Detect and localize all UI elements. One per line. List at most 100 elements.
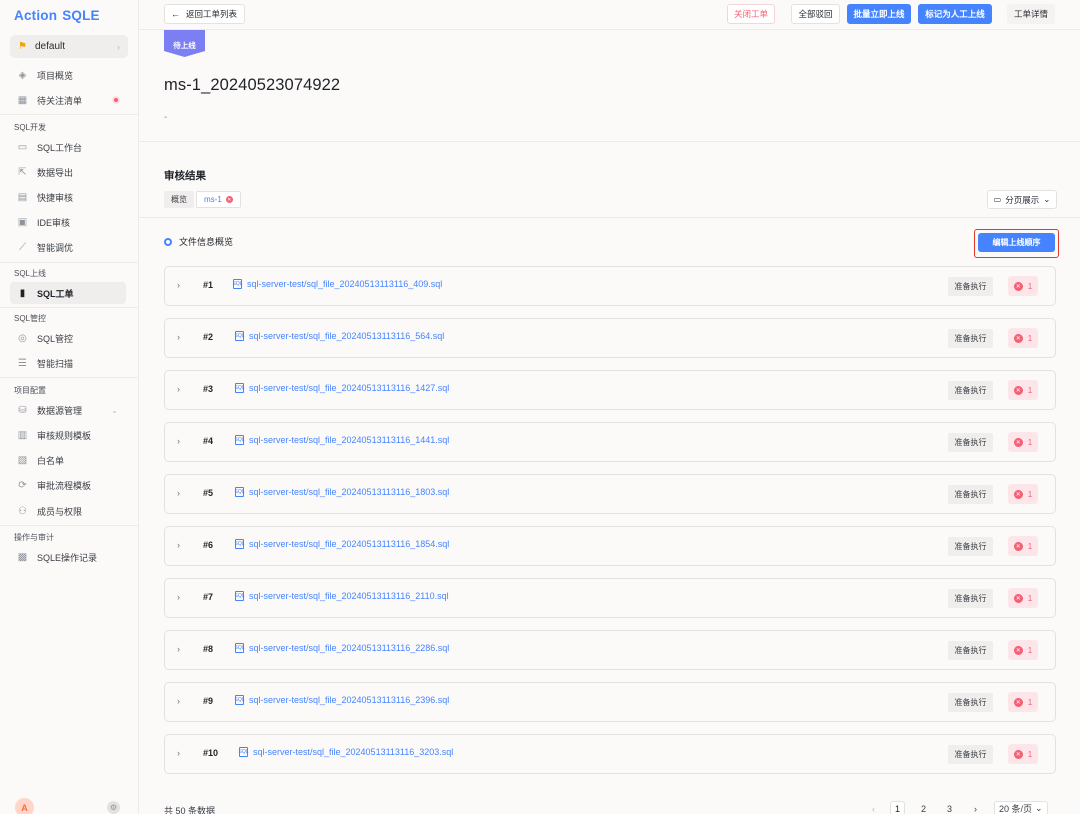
- users-icon: ⚇: [18, 505, 27, 517]
- chevron-right-icon[interactable]: ›: [177, 592, 180, 602]
- workorder-description: -: [164, 112, 168, 123]
- chart-line-icon: ⟋: [19, 241, 26, 253]
- status-badge: 准备执行: [948, 537, 993, 556]
- project-name: default: [35, 41, 66, 52]
- sidebar-item-quick-audit[interactable]: ▤ 快捷审核: [10, 186, 126, 208]
- divider: [0, 307, 138, 308]
- error-count-badge: ✕ 1: [1008, 380, 1038, 400]
- error-icon: ✕: [1013, 333, 1023, 343]
- workorder-detail-button[interactable]: 工单详情: [1007, 4, 1055, 24]
- sidebar-item-label: SQL管控: [37, 333, 74, 344]
- clipboard-icon: ▮: [19, 287, 26, 299]
- file-name-link[interactable]: SQL sql-server-test/sql_file_202405131131…: [235, 591, 449, 601]
- sidebar-item-tuning[interactable]: ⟋ 智能调优: [10, 236, 126, 258]
- file-row[interactable]: › #10 SQL sql-server-test/sql_file_20240513…: [164, 734, 1056, 774]
- prev-page-icon[interactable]: ‹: [866, 801, 881, 814]
- chevron-right-icon[interactable]: ›: [177, 540, 180, 550]
- divider: [0, 262, 138, 263]
- chevron-right-icon[interactable]: ›: [177, 280, 180, 290]
- sidebar-item-rule-template[interactable]: ▥ 审核规则模板: [10, 424, 126, 446]
- mark-manual-release-button[interactable]: 标记为人工上线: [918, 4, 992, 24]
- file-row[interactable]: › #6 SQL sql-server-test/sql_file_202405131…: [164, 526, 1056, 566]
- file-name-link[interactable]: SQL sql-server-test/sql_file_202405131131…: [235, 487, 449, 497]
- cycle-icon: ⟳: [18, 479, 27, 491]
- sidebar-item-label: 智能调优: [37, 242, 74, 253]
- file-name-link[interactable]: SQL sql-server-test/sql_file_202405131131…: [233, 279, 442, 289]
- error-count: 1: [1027, 489, 1033, 499]
- page-2[interactable]: 2: [916, 801, 931, 814]
- file-name-link[interactable]: SQL sql-server-test/sql_file_202405131131…: [235, 435, 449, 445]
- file-name-link[interactable]: SQL sql-server-test/sql_file_202405131131…: [235, 643, 449, 653]
- file-name-link[interactable]: SQL sql-server-test/sql_file_202405131131…: [235, 383, 449, 393]
- file-row[interactable]: › #5 SQL sql-server-test/sql_file_202405131…: [164, 474, 1056, 514]
- sidebar-item-todo[interactable]: ▦ 待关注清单: [10, 89, 126, 111]
- sidebar-item-flow-template[interactable]: ⟳ 审批流程模板: [10, 474, 126, 496]
- pagination-bar: 共 50 条数据 ‹ 1 2 3 › 20 条/页 ⌄: [139, 796, 1080, 814]
- sidebar-item-op-records[interactable]: ▩ SQLE操作记录: [10, 546, 126, 568]
- edit-release-order-button[interactable]: 编辑上线顺序: [978, 233, 1055, 252]
- tab-datasource[interactable]: ms-1 ✕: [196, 191, 241, 208]
- file-row[interactable]: › #7 SQL sql-server-test/sql_file_202405131…: [164, 578, 1056, 618]
- status-badge: 准备执行: [948, 693, 993, 712]
- reject-all-button[interactable]: 全部驳回: [791, 4, 840, 24]
- sidebar-item-whitelist[interactable]: ▧ 白名单: [10, 449, 126, 471]
- next-page-icon[interactable]: ›: [968, 801, 983, 814]
- sidebar-item-sql-control[interactable]: ◎ SQL管控: [10, 327, 126, 349]
- top-bar: ← 返回工单列表 关闭工单 全部驳回 批量立即上线 标记为人工上线 工单详情: [139, 0, 1080, 30]
- error-icon: ✕: [225, 196, 233, 203]
- settings-icon[interactable]: ⚙: [107, 801, 120, 814]
- sidebar-item-smart-scan[interactable]: ☰ 智能扫描: [10, 352, 126, 374]
- chevron-right-icon[interactable]: ›: [177, 384, 180, 394]
- file-name-label: sql-server-test/sql_file_20240513113116_…: [249, 695, 450, 705]
- chevron-right-icon[interactable]: ›: [177, 332, 180, 342]
- sidebar-item-label: 项目概览: [37, 70, 74, 81]
- error-count: 1: [1027, 437, 1033, 447]
- chevron-right-icon[interactable]: ›: [177, 748, 180, 758]
- error-count: 1: [1027, 541, 1033, 551]
- file-row[interactable]: › #3 SQL sql-server-test/sql_file_202405131…: [164, 370, 1056, 410]
- page-1[interactable]: 1: [890, 801, 905, 814]
- chevron-right-icon[interactable]: ›: [177, 644, 180, 654]
- file-row[interactable]: › #1 SQL sql-server-test/sql_file_202405131…: [164, 266, 1056, 306]
- chevron-right-icon[interactable]: ›: [177, 696, 180, 706]
- project-selector[interactable]: ⚑ default ›: [10, 35, 128, 58]
- sidebar-item-ide-audit[interactable]: ▣ IDE审核: [10, 211, 126, 233]
- close-workorder-button[interactable]: 关闭工单: [727, 4, 775, 24]
- sidebar-item-overview[interactable]: ◈ 项目概览: [10, 64, 126, 86]
- brand-logo[interactable]: Action SQLE: [0, 0, 138, 30]
- file-name-link[interactable]: SQL sql-server-test/sql_file_202405131131…: [239, 747, 453, 757]
- sidebar-item-label: SQL工单: [37, 288, 74, 299]
- chevron-down-icon: ⌄: [111, 405, 118, 415]
- error-count-badge: ✕ 1: [1008, 536, 1038, 556]
- sidebar-item-workbench[interactable]: ▭ SQL工作台: [10, 136, 126, 158]
- file-name-link[interactable]: SQL sql-server-test/sql_file_202405131131…: [235, 331, 444, 341]
- file-name-label: sql-server-test/sql_file_20240513113116_…: [249, 591, 449, 601]
- file-name-label: sql-server-test/sql_file_20240513113116_…: [253, 747, 454, 757]
- sql-file-icon: SQL: [234, 695, 245, 705]
- chevron-right-icon[interactable]: ›: [177, 488, 180, 498]
- page-size-select[interactable]: 20 条/页 ⌄: [994, 801, 1048, 814]
- error-icon: ✕: [1013, 281, 1023, 291]
- sidebar-item-label: 快捷审核: [37, 192, 74, 203]
- paging-toggle[interactable]: ▭ 分页展示 ⌄: [987, 190, 1057, 209]
- sidebar-item-workorder[interactable]: ▮ SQL工单: [10, 282, 126, 304]
- file-name-link[interactable]: SQL sql-server-test/sql_file_202405131131…: [235, 695, 449, 705]
- file-row[interactable]: › #2 SQL sql-server-test/sql_file_202405131…: [164, 318, 1056, 358]
- file-row[interactable]: › #9 SQL sql-server-test/sql_file_202405131…: [164, 682, 1056, 722]
- sidebar-item-datasource[interactable]: ⛁ 数据源管理 ⌄: [10, 399, 126, 421]
- avatar[interactable]: A: [15, 798, 34, 814]
- file-row[interactable]: › #4 SQL sql-server-test/sql_file_202405131…: [164, 422, 1056, 462]
- error-icon: ✕: [1013, 385, 1023, 395]
- brand-part2: SQLE: [62, 7, 100, 23]
- page-3[interactable]: 3: [942, 801, 957, 814]
- sidebar-item-members[interactable]: ⚇ 成员与权限: [10, 500, 126, 522]
- sidebar-item-export[interactable]: ⇱ 数据导出: [10, 161, 126, 183]
- chevron-right-icon[interactable]: ›: [177, 436, 180, 446]
- tab-overview[interactable]: 概览: [164, 191, 194, 208]
- file-info-title: 文件信息概览: [164, 235, 233, 248]
- file-row[interactable]: › #8 SQL sql-server-test/sql_file_202405131…: [164, 630, 1056, 670]
- back-to-list-button[interactable]: ← 返回工单列表: [164, 4, 245, 24]
- scan-icon: ☰: [18, 357, 27, 369]
- file-name-link[interactable]: SQL sql-server-test/sql_file_202405131131…: [235, 539, 449, 549]
- batch-release-button[interactable]: 批量立即上线: [847, 4, 911, 24]
